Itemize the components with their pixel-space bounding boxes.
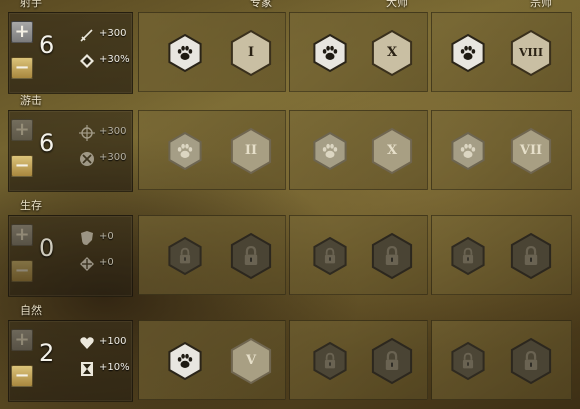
stat-bonus-value: +10%: [99, 362, 130, 373]
trait-line-title: 自然: [20, 304, 42, 317]
minor-trait-slot[interactable]: [448, 341, 488, 381]
trait-points-count: 6: [39, 31, 55, 59]
x-circle-icon: [79, 151, 95, 167]
minor-trait-slot[interactable]: [165, 33, 205, 73]
major-trait-rank-label: VIII: [519, 46, 543, 59]
remove-point-button[interactable]: −: [11, 260, 33, 282]
shield-icon: [79, 230, 95, 246]
add-point-button[interactable]: +: [11, 21, 33, 43]
tier-panel-expert: II: [138, 110, 286, 190]
major-trait-slot[interactable]: [507, 337, 555, 385]
minor-trait-slot[interactable]: [165, 131, 205, 171]
minor-trait-slot[interactable]: [165, 236, 205, 276]
stat-bonus-value: +0: [99, 231, 114, 242]
remove-point-button[interactable]: −: [11, 57, 33, 79]
tier-panel-master: [289, 215, 428, 295]
stat-bonus-value: +300: [99, 126, 127, 137]
major-trait-slot[interactable]: X: [368, 127, 416, 175]
major-trait-slot[interactable]: [368, 232, 416, 280]
remove-point-button[interactable]: −: [11, 155, 33, 177]
column-header-master: 大师: [386, 0, 408, 9]
minor-trait-slot[interactable]: [448, 33, 488, 73]
major-trait-slot[interactable]: [368, 337, 416, 385]
tier-panel-grandmaster: VIII: [431, 12, 572, 92]
major-trait-slot[interactable]: II: [227, 127, 275, 175]
minor-trait-slot[interactable]: [310, 33, 350, 73]
tier-panel-master: [289, 320, 428, 400]
minor-trait-slot[interactable]: [165, 341, 205, 381]
tier-panel-expert: V: [138, 320, 286, 400]
add-point-button[interactable]: +: [11, 329, 33, 351]
major-trait-rank-label: VII: [519, 143, 543, 158]
minor-trait-slot[interactable]: [310, 131, 350, 171]
trait-line-title: 游击: [20, 94, 42, 107]
sword-icon: [79, 27, 95, 43]
major-trait-slot[interactable]: X: [368, 29, 416, 77]
trait-line-points-tab: + −6 +300 +30%: [8, 12, 133, 94]
trait-points-count: 6: [39, 129, 55, 157]
tier-panel-expert: I: [138, 12, 286, 92]
trait-line-points-tab: + −0 +0 +0: [8, 215, 133, 297]
trait-line-title: 射手: [20, 0, 42, 9]
trait-line-title: 生存: [20, 199, 42, 212]
major-trait-slot[interactable]: [507, 232, 555, 280]
stat-bonus-value: +0: [99, 257, 114, 268]
stat-bonus-value: +300: [99, 28, 127, 39]
minor-trait-slot[interactable]: [448, 236, 488, 276]
stat-bonus-value: +300: [99, 152, 127, 163]
tier-panel-expert: [138, 215, 286, 295]
minor-trait-slot[interactable]: [448, 131, 488, 171]
remove-point-button[interactable]: −: [11, 365, 33, 387]
minor-trait-slot[interactable]: [310, 236, 350, 276]
trait-points-count: 2: [39, 339, 55, 367]
stat-bonus-value: +100: [99, 336, 127, 347]
trait-line-points-tab: + −2 +100 +10%: [8, 320, 133, 402]
tier-panel-master: X: [289, 12, 428, 92]
crit-diamond-icon: [79, 53, 95, 69]
major-trait-slot[interactable]: [227, 232, 275, 280]
tier-panel-master: X: [289, 110, 428, 190]
trait-line-points-tab: + −6 +300 +300: [8, 110, 133, 192]
major-trait-rank-label: II: [244, 143, 258, 158]
major-trait-slot[interactable]: I: [227, 29, 275, 77]
stat-bonus-value: +30%: [99, 54, 130, 65]
major-trait-rank-label: I: [247, 45, 255, 60]
tier-panel-grandmaster: VII: [431, 110, 572, 190]
diamond-icon: [79, 256, 95, 272]
tier-panel-grandmaster: [431, 215, 572, 295]
tier-panel-grandmaster: [431, 320, 572, 400]
major-trait-slot[interactable]: VIII: [507, 29, 555, 77]
add-point-button[interactable]: +: [11, 224, 33, 246]
major-trait-rank-label: X: [386, 143, 398, 158]
trait-points-count: 0: [39, 234, 55, 262]
column-header-expert: 专家: [250, 0, 272, 9]
add-point-button[interactable]: +: [11, 119, 33, 141]
major-trait-rank-label: X: [386, 45, 398, 60]
heart-icon: [79, 335, 95, 351]
minor-trait-slot[interactable]: [310, 341, 350, 381]
major-trait-slot[interactable]: VII: [507, 127, 555, 175]
major-trait-rank-label: V: [245, 353, 257, 368]
crosshair-icon: [79, 125, 95, 141]
column-header-grandmaster: 宗师: [530, 0, 552, 9]
hourglass-icon: [79, 361, 95, 377]
major-trait-slot[interactable]: V: [227, 337, 275, 385]
